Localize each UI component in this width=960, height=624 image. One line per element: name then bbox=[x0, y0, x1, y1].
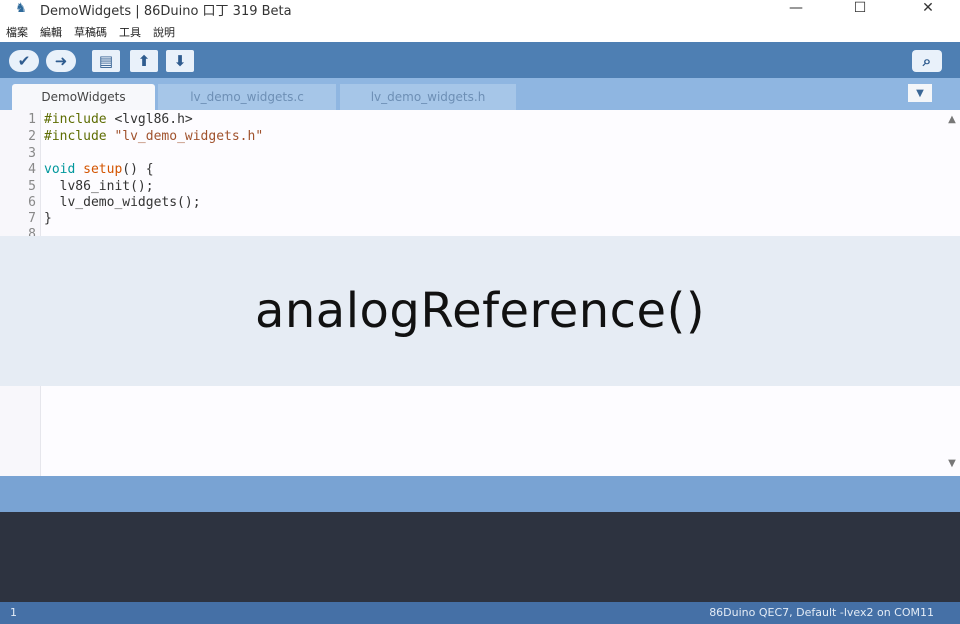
open-sketch-button[interactable]: ⬆ bbox=[130, 50, 158, 72]
code-token: #include bbox=[44, 129, 107, 144]
banner-title: analogReference() bbox=[254, 283, 706, 339]
code-token: lv_demo_widgets(); bbox=[44, 195, 201, 210]
line-number: 4 bbox=[28, 162, 36, 177]
serial-monitor-button[interactable]: ⌕ bbox=[912, 50, 942, 72]
arrow-up-icon: ⬆ bbox=[137, 52, 151, 70]
code-line[interactable]: } bbox=[44, 211, 52, 226]
code-token: setup bbox=[83, 162, 123, 177]
menu-tools[interactable]: 工具 bbox=[119, 24, 141, 40]
status-board-info: 86Duino QEC7, Default -lvex2 on COM11 bbox=[709, 606, 934, 619]
new-sketch-button[interactable]: ▤ bbox=[92, 50, 120, 72]
code-line[interactable]: #include "lv_demo_widgets.h" bbox=[44, 129, 263, 144]
tab-menu-button[interactable]: ▼ bbox=[908, 84, 932, 102]
tab-lv-demo-widgets-h[interactable]: lv_demo_widgets.h bbox=[340, 84, 516, 110]
code-line[interactable]: #include <lvgl86.h> bbox=[44, 112, 193, 127]
code-token: #include bbox=[44, 112, 107, 127]
magnifier-icon: ⌕ bbox=[922, 52, 932, 70]
code-token: <lvgl86.h> bbox=[106, 112, 193, 127]
menu-file[interactable]: 檔案 bbox=[6, 24, 28, 40]
maximize-button[interactable]: ☐ bbox=[840, 0, 880, 18]
checkmark-icon: ✔ bbox=[17, 52, 31, 70]
status-line-number: 1 bbox=[10, 606, 17, 619]
scroll-down-icon[interactable]: ▼ bbox=[944, 458, 960, 469]
status-bar: 1 86Duino QEC7, Default -lvex2 on COM11 bbox=[0, 602, 960, 624]
code-line[interactable]: void setup() { bbox=[44, 162, 154, 177]
menu-bar: 檔案 編輯 草稿碼 工具 說明 bbox=[0, 22, 960, 42]
line-number: 5 bbox=[28, 179, 36, 194]
scroll-up-icon[interactable]: ▲ bbox=[944, 114, 960, 125]
message-bar bbox=[0, 476, 960, 512]
line-number: 7 bbox=[28, 211, 36, 226]
close-button[interactable]: ✕ bbox=[908, 0, 948, 18]
menu-edit[interactable]: 編輯 bbox=[40, 24, 62, 40]
tab-lv-demo-widgets-c[interactable]: lv_demo_widgets.c bbox=[158, 84, 336, 110]
code-line[interactable]: lv_demo_widgets(); bbox=[44, 195, 201, 210]
line-number: 2 bbox=[28, 129, 36, 144]
document-icon: ▤ bbox=[98, 52, 114, 70]
verify-button[interactable]: ✔ bbox=[9, 50, 39, 72]
toolbar: ✔ ➜ ▤ ⬆ ⬇ ⌕ bbox=[0, 42, 960, 78]
code-token: lv86_init(); bbox=[44, 179, 154, 194]
arrow-right-icon: ➜ bbox=[54, 52, 68, 70]
code-token: "lv_demo_widgets.h" bbox=[106, 129, 264, 144]
line-number: 3 bbox=[28, 146, 36, 161]
menu-help[interactable]: 說明 bbox=[153, 24, 175, 40]
console-output bbox=[0, 512, 960, 602]
menu-sketch[interactable]: 草稿碼 bbox=[74, 24, 107, 40]
code-line[interactable]: lv86_init(); bbox=[44, 179, 154, 194]
minimize-button[interactable]: — bbox=[776, 0, 816, 18]
line-number: 1 bbox=[28, 112, 36, 127]
chevron-down-icon: ▼ bbox=[916, 87, 924, 99]
save-sketch-button[interactable]: ⬇ bbox=[166, 50, 194, 72]
code-token: () { bbox=[122, 162, 154, 177]
title-bar: ♞ DemoWidgets | 86Duino 口丁 319 Beta — ☐ … bbox=[0, 0, 960, 19]
tab-demowidgets[interactable]: DemoWidgets bbox=[12, 84, 155, 110]
tab-bar: DemoWidgets lv_demo_widgets.c lv_demo_wi… bbox=[0, 78, 960, 110]
window-title: DemoWidgets | 86Duino 口丁 319 Beta bbox=[40, 3, 292, 19]
code-token: } bbox=[44, 211, 52, 226]
line-number: 6 bbox=[28, 195, 36, 210]
title-banner: analogReference() bbox=[0, 236, 960, 386]
upload-button[interactable]: ➜ bbox=[46, 50, 76, 72]
arrow-down-icon: ⬇ bbox=[173, 52, 187, 70]
code-token: void bbox=[44, 162, 76, 177]
86duino-logo-icon: ♞ bbox=[15, 1, 27, 16]
